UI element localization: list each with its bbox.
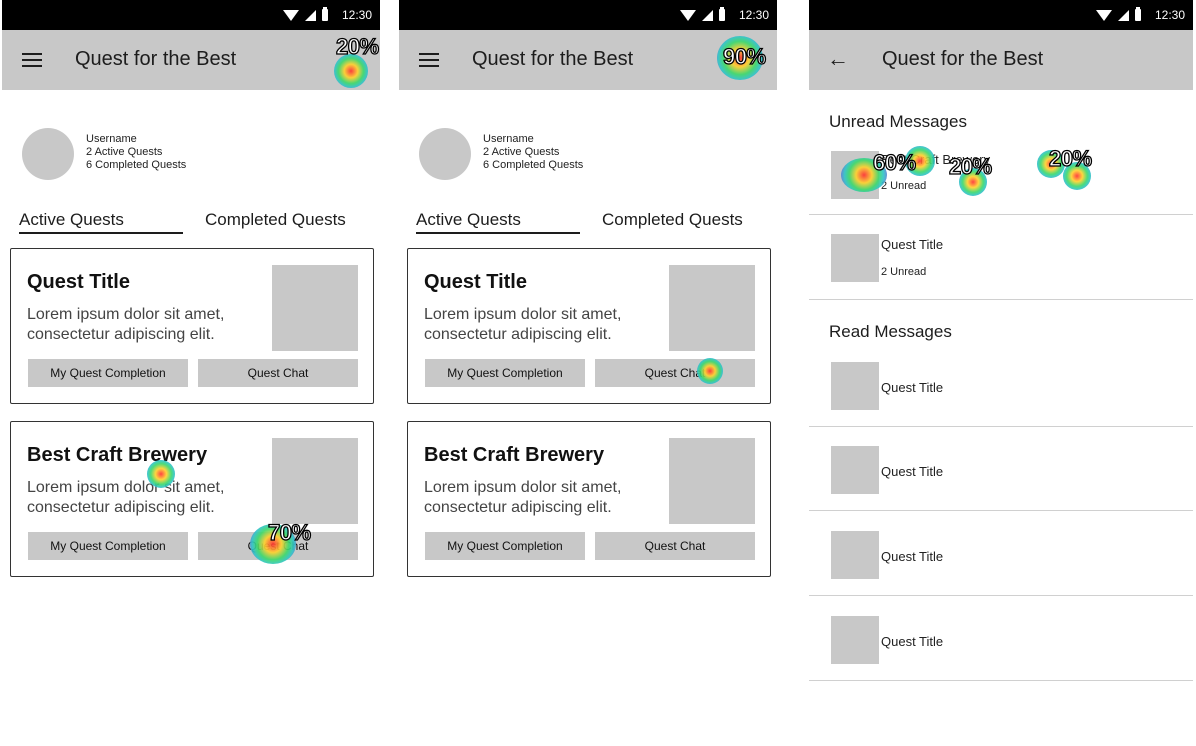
message-thumbnail bbox=[831, 234, 879, 282]
unread-messages-header: Unread Messages bbox=[829, 112, 967, 131]
quest-description: Lorem ipsum dolor sit amet, consectetur … bbox=[424, 479, 622, 516]
battery-icon bbox=[718, 7, 725, 21]
app-title: Quest for the Best bbox=[75, 48, 237, 70]
message-thumbnail bbox=[831, 616, 879, 664]
message-item[interactable]: Quest Title bbox=[809, 511, 1193, 596]
wifi-icon bbox=[282, 9, 299, 21]
heatmap-label: 60% bbox=[872, 149, 916, 175]
active-quests-count: 2 Active Quests bbox=[86, 146, 163, 158]
heatmap-label: 20% bbox=[1048, 145, 1092, 171]
app-bar: ← Quest for the Best bbox=[809, 30, 1193, 90]
active-quests-count: 2 Active Quests bbox=[483, 146, 560, 158]
back-arrow-icon[interactable]: ← bbox=[827, 46, 849, 72]
message-thumbnail bbox=[831, 531, 879, 579]
tab-indicator bbox=[416, 232, 580, 234]
quest-image bbox=[272, 265, 358, 351]
battery-icon bbox=[321, 7, 328, 21]
menu-icon[interactable] bbox=[22, 53, 42, 67]
message-item[interactable]: Quest Title bbox=[809, 342, 1193, 427]
status-time: 12:30 bbox=[341, 8, 372, 22]
app-bar: Quest for the Best 90% bbox=[399, 30, 777, 90]
message-unread-count: 2 Unread bbox=[881, 180, 927, 192]
tab-completed-quests[interactable]: Completed Quests bbox=[205, 210, 346, 230]
status-bar: 12:30 bbox=[399, 0, 777, 30]
username: Username bbox=[483, 133, 534, 145]
my-quest-completion-button[interactable]: My Quest Completion bbox=[425, 532, 585, 560]
avatar bbox=[419, 128, 471, 180]
quest-title: Quest Title bbox=[424, 271, 527, 293]
tab-completed-quests[interactable]: Completed Quests bbox=[602, 210, 743, 230]
quest-card[interactable]: Best Craft Brewery Lorem ipsum dolor sit… bbox=[407, 421, 771, 577]
quest-chat-button[interactable]: Quest Chat bbox=[595, 359, 755, 387]
heatmap-label: 70% bbox=[267, 519, 311, 545]
message-item[interactable]: Quest Title bbox=[809, 596, 1193, 681]
quest-description: Lorem ipsum dolor sit amet, consectetur … bbox=[27, 479, 225, 516]
quest-tabs: Active Quests Completed Quests bbox=[19, 208, 369, 236]
quest-description: Lorem ipsum dolor sit amet, consectetur … bbox=[424, 306, 622, 343]
status-time: 12:30 bbox=[738, 8, 769, 22]
tab-active-quests[interactable]: Active Quests bbox=[416, 210, 521, 230]
message-item[interactable]: Quest Title bbox=[809, 426, 1193, 511]
my-quest-completion-button[interactable]: My Quest Completion bbox=[28, 359, 188, 387]
screen-quests-1: 12:30 Quest for the Best 20% Username 2 … bbox=[2, 0, 380, 746]
quest-title: Quest Title bbox=[27, 271, 130, 293]
status-bar: 12:30 bbox=[809, 0, 1193, 30]
screen-messages: 12:30 ← Quest for the Best Unread Messag… bbox=[809, 0, 1193, 746]
completed-quests-count: 6 Completed Quests bbox=[483, 159, 584, 171]
quest-title: Best Craft Brewery bbox=[424, 444, 605, 466]
quest-tabs: Active Quests Completed Quests bbox=[416, 208, 766, 236]
my-quest-completion-button[interactable]: My Quest Completion bbox=[28, 532, 188, 560]
read-messages-header: Read Messages bbox=[829, 322, 952, 341]
heatmap-label: 20% bbox=[948, 153, 992, 179]
heatmap-spot bbox=[147, 460, 175, 488]
signal-icon bbox=[1117, 9, 1129, 21]
wifi-icon bbox=[679, 9, 696, 21]
quest-title: Best Craft Brewery bbox=[27, 444, 208, 466]
quest-card[interactable]: Quest Title Lorem ipsum dolor sit amet, … bbox=[10, 248, 374, 404]
quest-description: Lorem ipsum dolor sit amet, consectetur … bbox=[27, 306, 225, 343]
message-title: Quest Title bbox=[881, 237, 944, 252]
message-thumbnail bbox=[831, 446, 879, 494]
quest-chat-button[interactable]: Quest Chat bbox=[198, 359, 358, 387]
quest-chat-button[interactable]: Quest Chat bbox=[595, 532, 755, 560]
message-title: Quest Title bbox=[881, 464, 944, 479]
quest-image bbox=[272, 438, 358, 524]
wifi-icon bbox=[1095, 9, 1112, 21]
signal-icon bbox=[304, 9, 316, 21]
my-quest-completion-button[interactable]: My Quest Completion bbox=[425, 359, 585, 387]
heatmap-label: 20% bbox=[335, 33, 379, 59]
menu-icon[interactable] bbox=[419, 53, 439, 67]
heatmap-spot bbox=[697, 358, 723, 384]
app-bar: Quest for the Best 20% bbox=[2, 30, 380, 90]
message-title: Quest Title bbox=[881, 380, 944, 395]
avatar bbox=[22, 128, 74, 180]
message-thumbnail bbox=[831, 362, 879, 410]
username: Username bbox=[86, 133, 137, 145]
quest-card[interactable]: Best Craft Brewery Lorem ipsum dolor sit… bbox=[10, 421, 374, 577]
completed-quests-count: 6 Completed Quests bbox=[86, 159, 187, 171]
status-bar: 12:30 bbox=[2, 0, 380, 30]
app-title: Quest for the Best bbox=[472, 48, 634, 70]
battery-icon bbox=[1134, 7, 1141, 21]
app-title: Quest for the Best bbox=[882, 48, 1044, 70]
status-time: 12:30 bbox=[1154, 8, 1185, 22]
message-item[interactable]: Quest Title 2 Unread bbox=[809, 215, 1193, 300]
heatmap-label: 90% bbox=[722, 43, 766, 69]
signal-icon bbox=[701, 9, 713, 21]
quest-image bbox=[669, 265, 755, 351]
tab-indicator bbox=[19, 232, 183, 234]
tab-active-quests[interactable]: Active Quests bbox=[19, 210, 124, 230]
message-title: Quest Title bbox=[881, 549, 944, 564]
message-title: Quest Title bbox=[881, 634, 944, 649]
message-unread-count: 2 Unread bbox=[881, 266, 927, 278]
screen-quests-2: 12:30 Quest for the Best 90% Username 2 … bbox=[399, 0, 777, 746]
quest-image bbox=[669, 438, 755, 524]
